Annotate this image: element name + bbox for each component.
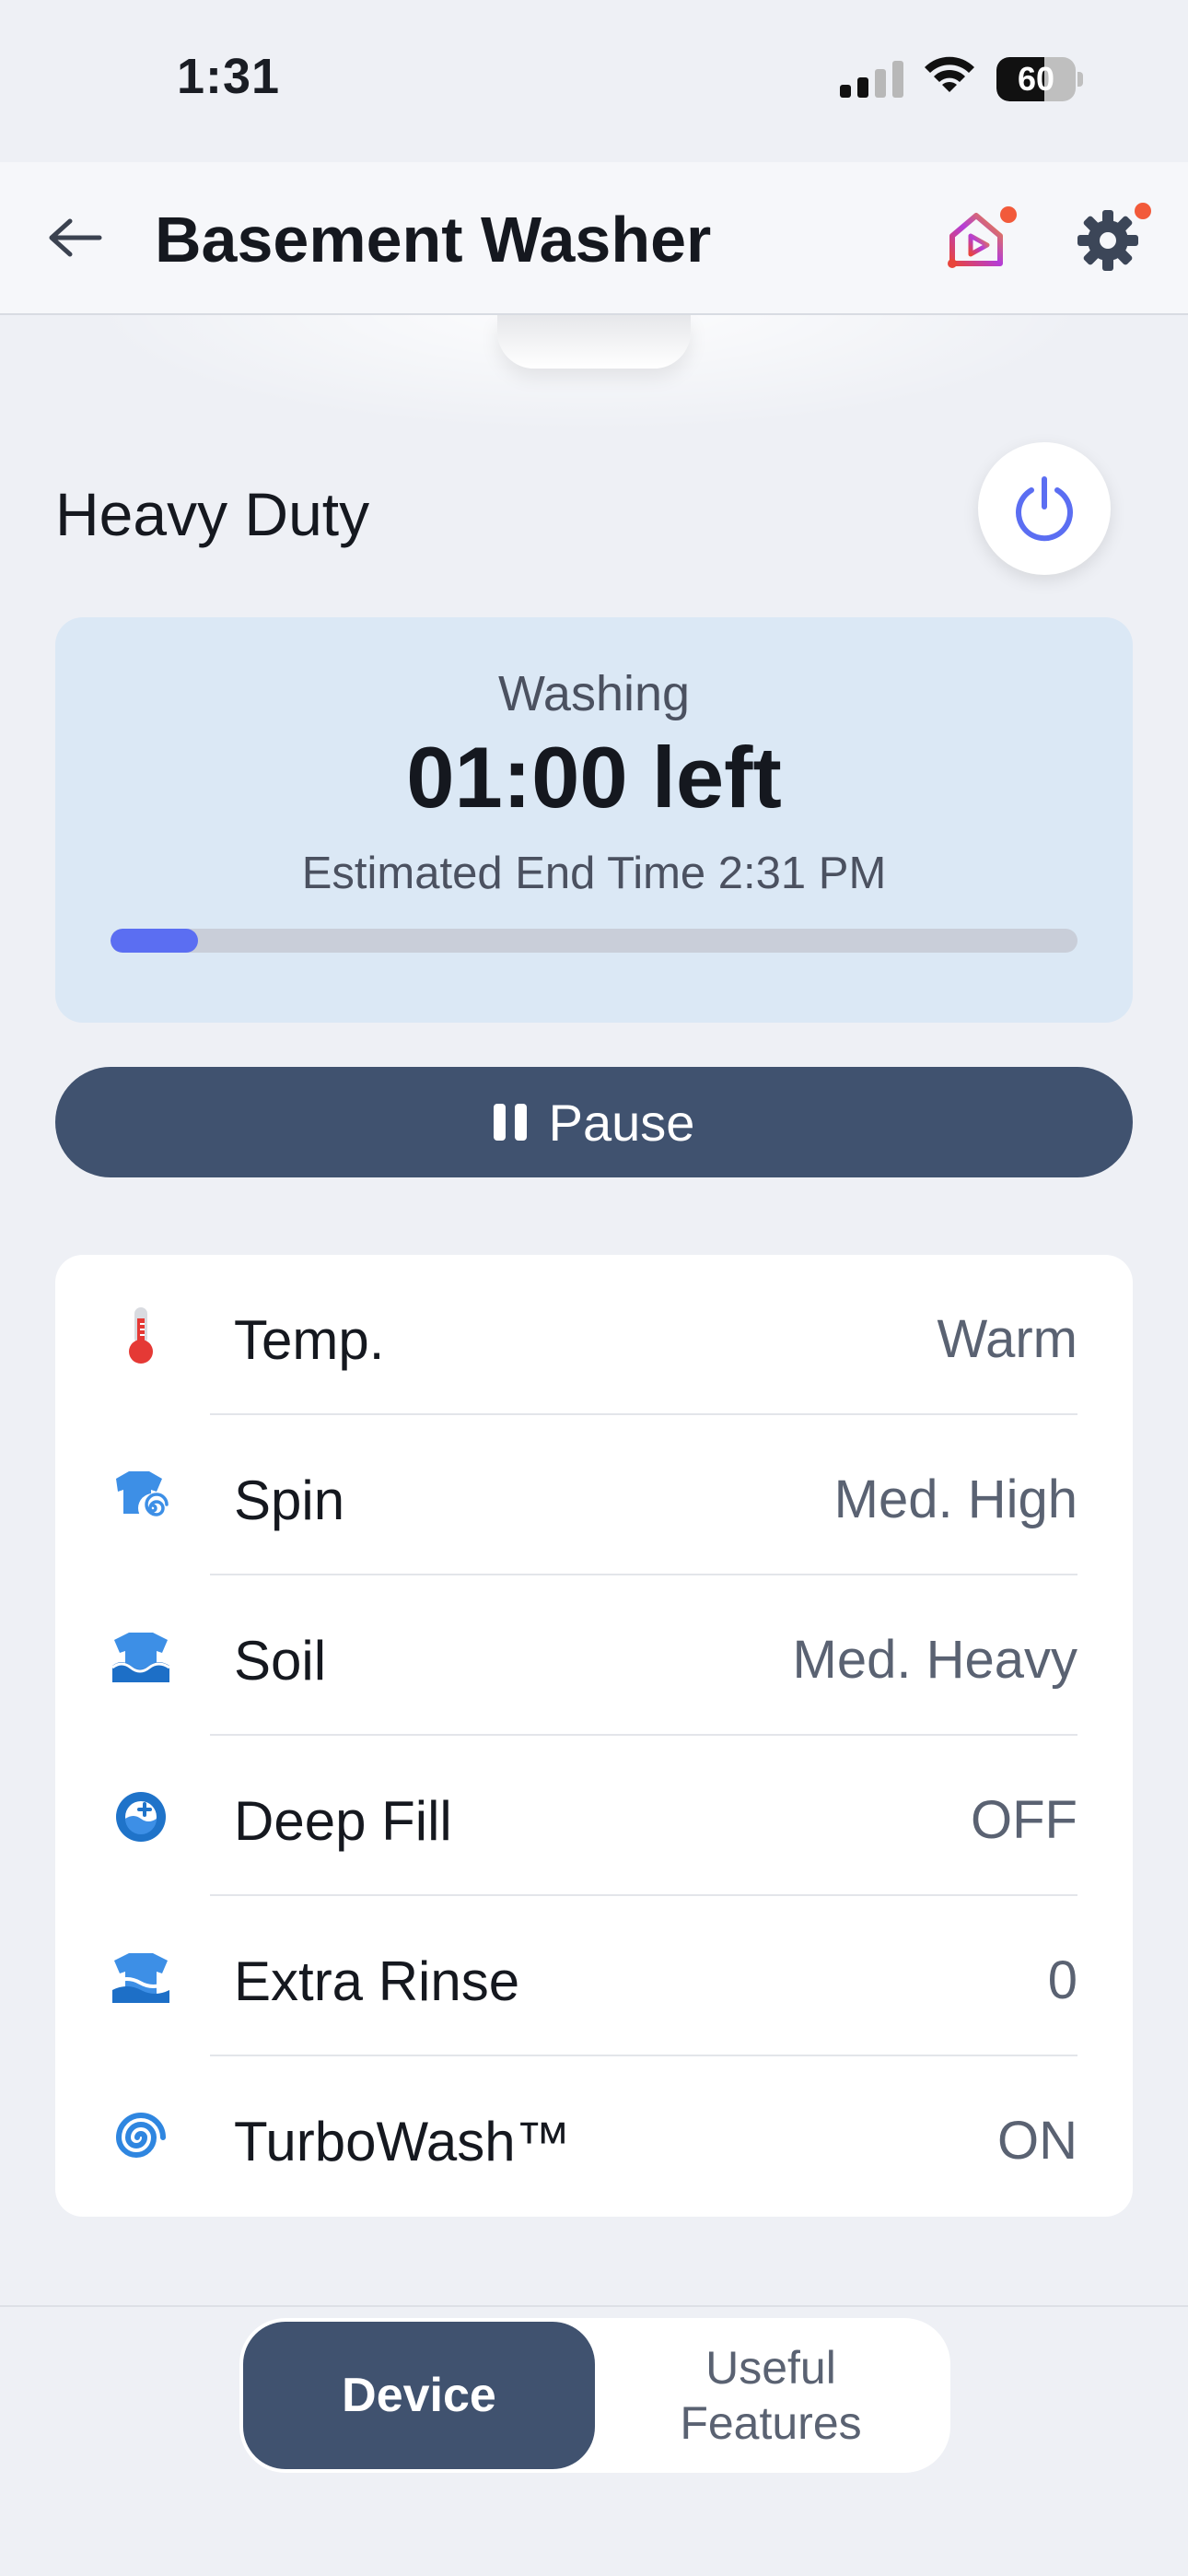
setting-row-temp[interactable]: Temp. Warm: [55, 1255, 1133, 1415]
back-arrow-icon: [49, 218, 102, 257]
power-icon: [1016, 476, 1073, 542]
setting-label: Spin: [234, 1469, 345, 1531]
app-header: Basement Washer: [0, 162, 1188, 315]
setting-value: Med. High: [833, 1469, 1077, 1529]
cycle-state: Washing: [497, 666, 691, 721]
cycle-settings-list: Temp. Warm Spin Med. High Soil Med. Heav…: [55, 1255, 1133, 2217]
page-title: Basement Washer: [155, 204, 712, 275]
setting-label: Extra Rinse: [234, 1950, 520, 2012]
turbowash-icon: [111, 2107, 171, 2168]
setting-value: Warm: [937, 1309, 1077, 1369]
pause-button[interactable]: Pause: [55, 1067, 1133, 1177]
notification-dot: [1000, 206, 1017, 223]
setting-value: ON: [997, 2111, 1077, 2171]
setting-value: OFF: [971, 1790, 1077, 1850]
progress-bar-fill: [111, 929, 198, 953]
setting-value: 0: [1047, 1950, 1077, 2010]
setting-row-deep-fill[interactable]: Deep Fill OFF: [55, 1736, 1133, 1896]
extra-rinse-icon: [111, 1947, 171, 2008]
smart-home-button[interactable]: [943, 205, 1017, 275]
estimated-end-time: Estimated End Time 2:31 PM: [301, 849, 887, 898]
thermometer-icon: [111, 1306, 171, 1366]
tab-device[interactable]: Device: [243, 2322, 595, 2469]
setting-label: Deep Fill: [234, 1790, 452, 1852]
deep-fill-icon: [111, 1786, 171, 1847]
pause-icon: [493, 1104, 527, 1141]
settings-button[interactable]: [1076, 203, 1151, 276]
notification-dot: [1135, 203, 1151, 219]
setting-row-soil[interactable]: Soil Med. Heavy: [55, 1575, 1133, 1736]
back-button[interactable]: [46, 208, 105, 267]
status-time: 1:31: [177, 49, 281, 104]
gear-icon: [1077, 210, 1138, 271]
setting-label: TurboWash™: [234, 2111, 571, 2172]
cycle-status-card: Washing 01:00 left Estimated End Time 2:…: [55, 617, 1133, 1023]
tab-useful-features[interactable]: Useful Features: [595, 2322, 947, 2469]
progress-bar: [111, 929, 1077, 953]
setting-row-extra-rinse[interactable]: Extra Rinse 0: [55, 1896, 1133, 2056]
soil-icon: [111, 1626, 171, 1687]
setting-row-spin[interactable]: Spin Med. High: [55, 1415, 1133, 1575]
setting-value: Med. Heavy: [792, 1630, 1077, 1690]
power-button[interactable]: [978, 442, 1111, 575]
cycle-name: Heavy Duty: [55, 480, 370, 548]
setting-label: Soil: [234, 1630, 327, 1692]
washer-image: [497, 315, 691, 369]
bottom-segmented-control: Device Useful Features: [239, 2318, 950, 2473]
time-remaining: 01:00 left: [406, 729, 782, 825]
battery-percent: 60: [1017, 60, 1055, 98]
cellular-signal-icon: [840, 61, 903, 98]
battery-icon: 60: [996, 57, 1083, 101]
wifi-icon: [925, 56, 974, 92]
pause-button-label: Pause: [548, 1093, 695, 1152]
setting-label: Temp.: [234, 1309, 385, 1371]
status-bar: 1:31 60: [0, 0, 1188, 162]
spin-icon: [111, 1466, 171, 1527]
setting-row-turbowash[interactable]: TurboWash™ ON: [55, 2056, 1133, 2217]
